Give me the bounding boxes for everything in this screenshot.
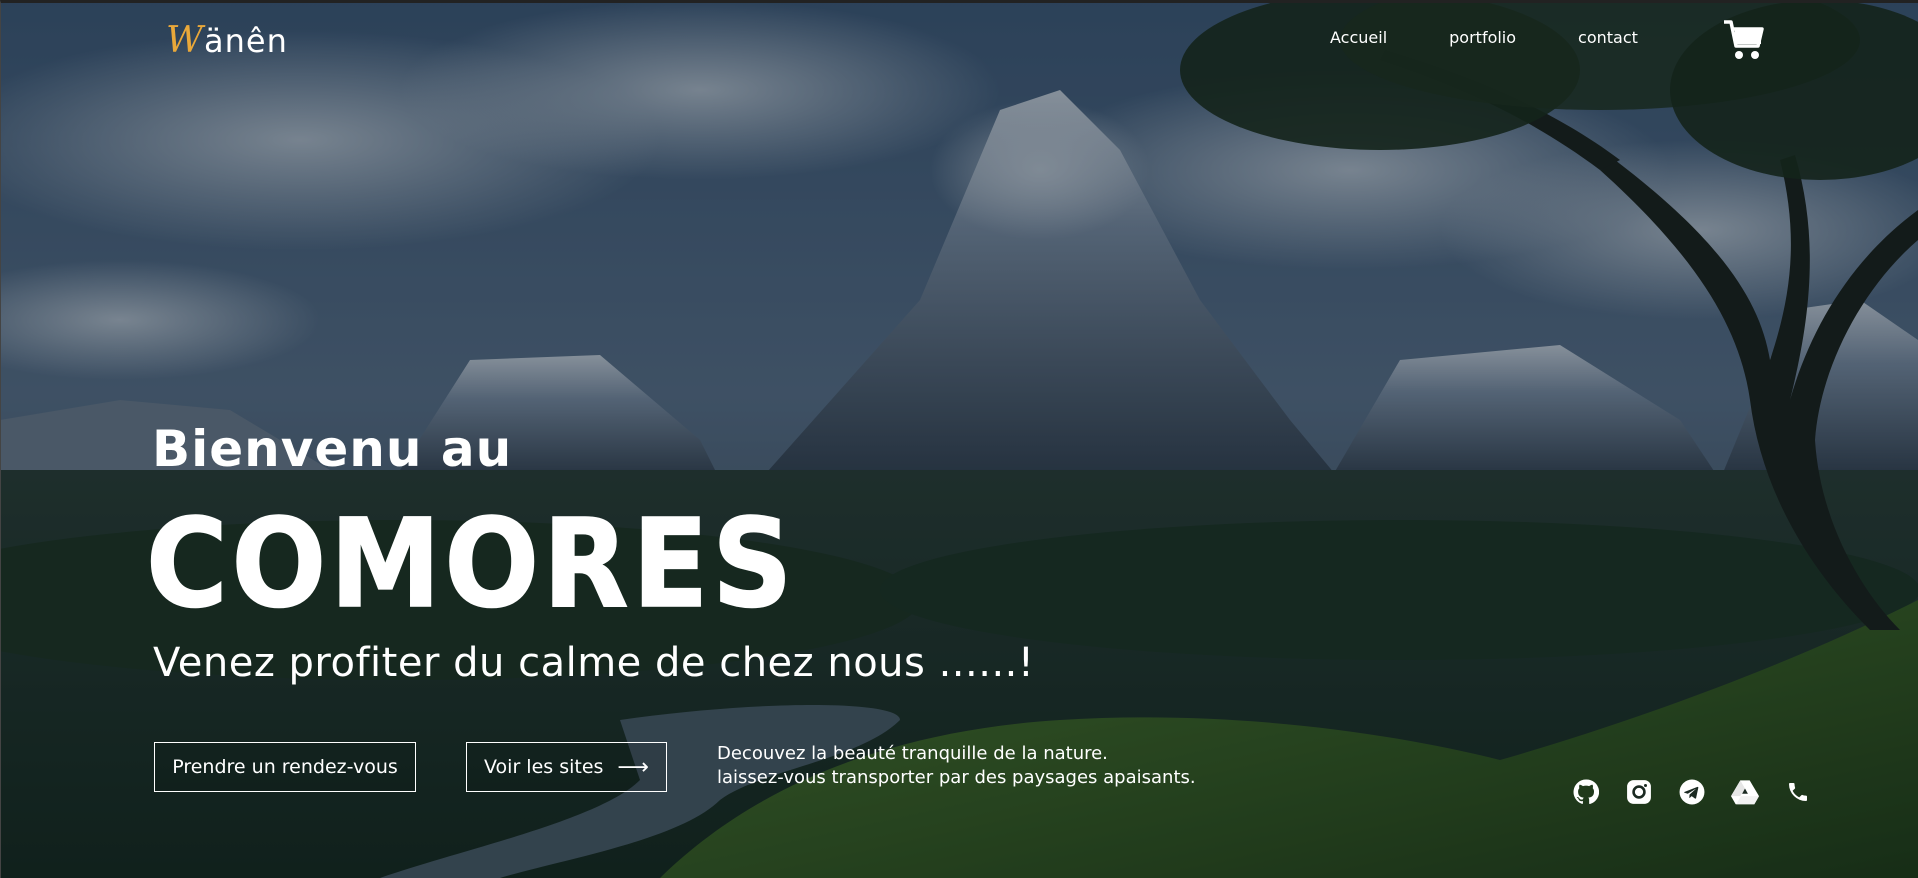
shopping-cart-icon[interactable]: [1722, 18, 1764, 62]
google-drive-icon[interactable]: [1731, 778, 1759, 806]
comores-title: COMORES: [146, 500, 796, 620]
view-sites-button[interactable]: Voir les sites ⟶: [466, 742, 667, 792]
telegram-icon[interactable]: [1678, 778, 1706, 806]
view-sites-button-label: Voir les sites: [484, 756, 604, 778]
welcome-heading: Bienvenu au: [152, 420, 513, 478]
github-icon[interactable]: [1572, 778, 1600, 806]
nav-item-contact[interactable]: contact: [1578, 28, 1638, 47]
phone-icon[interactable]: [1784, 778, 1812, 806]
comores-title-text: COMORES: [146, 500, 796, 620]
hero-description: Decouvez la beauté tranquille de la natu…: [717, 742, 1196, 790]
main-nav: Accueil portfolio contact: [1330, 28, 1638, 47]
description-line-2: laissez-vous transporter par des paysage…: [717, 767, 1196, 788]
nav-item-portfolio[interactable]: portfolio: [1449, 28, 1516, 47]
appointment-button[interactable]: Prendre un rendez-vous: [154, 742, 416, 792]
description-line-1: Decouvez la beauté tranquille de la natu…: [717, 743, 1108, 764]
nav-item-accueil[interactable]: Accueil: [1330, 28, 1387, 47]
social-links: [1572, 778, 1837, 806]
tagline: Venez profiter du calme de chez nous ...…: [153, 640, 1035, 686]
brand-logo[interactable]: Wänên: [166, 20, 288, 61]
appointment-button-label: Prendre un rendez-vous: [172, 756, 398, 778]
logo-initial: W: [166, 20, 205, 61]
instagram-icon[interactable]: [1625, 778, 1653, 806]
logo-rest: änên: [204, 22, 288, 60]
arrow-right-icon: ⟶: [617, 754, 649, 780]
